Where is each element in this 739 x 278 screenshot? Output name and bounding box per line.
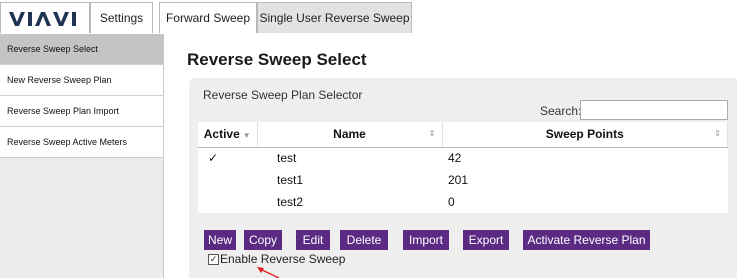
tab-settings[interactable]: Settings bbox=[90, 2, 153, 33]
edit-button[interactable]: Edit bbox=[296, 230, 330, 250]
sidebar-item-new-reverse-sweep-plan[interactable]: New Reverse Sweep Plan bbox=[0, 65, 163, 96]
panel-title: Reverse Sweep Plan Selector bbox=[203, 88, 363, 102]
enable-reverse-sweep-toggle[interactable]: ✓ Enable Reverse Sweep bbox=[208, 252, 345, 266]
column-header-active[interactable]: Active ▼ bbox=[198, 122, 258, 148]
search-label: Search: bbox=[540, 104, 582, 118]
viavi-logo bbox=[0, 2, 90, 33]
row-name: test bbox=[277, 151, 297, 166]
delete-button[interactable]: Delete bbox=[340, 230, 388, 250]
sidebar-item-reverse-sweep-plan-import[interactable]: Reverse Sweep Plan Import bbox=[0, 96, 163, 127]
row-active-check bbox=[198, 191, 257, 213]
new-button[interactable]: New bbox=[204, 230, 236, 250]
row-active-check bbox=[198, 169, 257, 191]
plan-table: Active ▼ Name ⇕ Sweep Points ⇕ ✓ test 42 te… bbox=[198, 122, 728, 213]
table-row[interactable]: test2 0 bbox=[198, 191, 728, 213]
page-title: Reverse Sweep Select bbox=[187, 50, 367, 69]
tab-single-user-reverse-sweep[interactable]: Single User Reverse Sweep bbox=[257, 2, 412, 33]
column-header-name-label: Name bbox=[333, 127, 366, 142]
sort-icon: ⇕ bbox=[714, 129, 721, 138]
column-header-sweep-points-label: Sweep Points bbox=[545, 127, 624, 142]
export-button[interactable]: Export bbox=[463, 230, 509, 250]
copy-button[interactable]: Copy bbox=[244, 230, 282, 250]
sidebar-item-reverse-sweep-active-meters[interactable]: Reverse Sweep Active Meters bbox=[0, 127, 163, 158]
sidebar: Reverse Sweep Select New Reverse Sweep P… bbox=[0, 34, 164, 278]
table-row[interactable]: test1 201 bbox=[198, 169, 728, 191]
enable-reverse-sweep-label: Enable Reverse Sweep bbox=[220, 252, 346, 266]
annotation-arrow-icon bbox=[257, 267, 280, 278]
plan-selector-panel: Reverse Sweep Plan Selector Search: Acti… bbox=[189, 78, 737, 278]
tab-forward-sweep[interactable]: Forward Sweep bbox=[159, 2, 257, 33]
activate-reverse-plan-button[interactable]: Activate Reverse Plan bbox=[523, 230, 650, 250]
row-sweep-points: 42 bbox=[448, 151, 462, 166]
import-button[interactable]: Import bbox=[403, 230, 449, 250]
column-header-name[interactable]: Name ⇕ bbox=[257, 122, 443, 148]
row-sweep-points: 201 bbox=[448, 173, 469, 187]
top-nav-bar: Settings Forward Sweep Single User Rever… bbox=[0, 0, 739, 33]
sidebar-item-reverse-sweep-select[interactable]: Reverse Sweep Select bbox=[0, 34, 163, 65]
viavi-logo-mark bbox=[9, 12, 76, 26]
search-input[interactable] bbox=[580, 100, 728, 120]
sort-desc-icon: ▼ bbox=[242, 131, 251, 141]
row-sweep-points: 0 bbox=[448, 195, 455, 209]
column-header-active-label: Active bbox=[203, 127, 240, 142]
row-name: test1 bbox=[277, 173, 304, 187]
table-row[interactable]: ✓ test 42 bbox=[198, 147, 728, 169]
row-active-check: ✓ bbox=[208, 151, 219, 166]
row-name: test2 bbox=[277, 195, 304, 209]
sort-icon: ⇕ bbox=[428, 129, 436, 138]
enable-reverse-sweep-checkbox[interactable]: ✓ bbox=[208, 253, 219, 265]
column-header-sweep-points[interactable]: Sweep Points ⇕ bbox=[442, 122, 728, 148]
